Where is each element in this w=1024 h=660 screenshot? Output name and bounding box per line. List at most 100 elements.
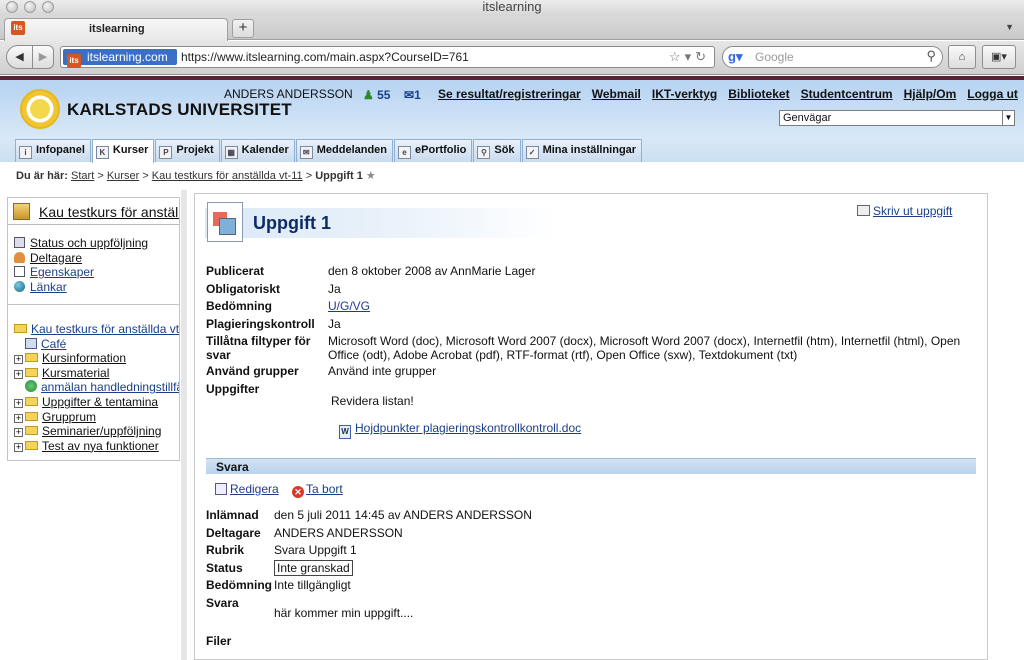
expand-icon[interactable]: + — [14, 355, 23, 365]
tree-item-kursinformation[interactable]: + Kursinformation — [14, 351, 179, 366]
logout-link[interactable]: Logga ut — [967, 87, 1018, 101]
bookmarks-menu-button[interactable]: ▣▾ — [982, 45, 1016, 69]
attachment-link[interactable]: W Hojdpunkter plagieringskontrollkontroll… — [339, 421, 581, 439]
sidebar-item-links[interactable]: Länkar — [14, 280, 148, 295]
breadcrumb-course[interactable]: Kau testkurs för anställda vt-11 — [152, 170, 303, 182]
navigation-toolbar: ◀ ▶ its itslearning.com https://www.itsle… — [0, 41, 1024, 75]
breadcrumb-prefix: Du är här: — [16, 170, 68, 182]
browser-tab-title: itslearning — [89, 23, 145, 35]
tab-projekt[interactable]: P Projekt — [155, 139, 220, 162]
tree-item-uppgifter[interactable]: + Uppgifter & tentamina — [14, 395, 179, 410]
history-dropdown-icon[interactable]: ▾ — [685, 49, 696, 64]
folder-icon — [25, 426, 38, 436]
close-window-button[interactable] — [6, 1, 18, 13]
university-logo-icon[interactable] — [20, 89, 60, 129]
word-document-icon: W — [339, 425, 351, 439]
grading-scale-link[interactable]: U/G/VG — [328, 299, 370, 313]
site-identity-label: itslearning.com — [87, 50, 168, 64]
tab-meddelanden[interactable]: ✉ Meddelanden — [295, 139, 394, 162]
status-badge: Inte granskad — [274, 559, 353, 576]
minimize-window-button[interactable] — [24, 1, 36, 13]
help-link[interactable]: Hjälp/Om — [904, 87, 957, 101]
course-title-link[interactable]: Kau testkurs för anställda vt-11 — [39, 204, 179, 220]
expand-icon[interactable]: + — [14, 428, 23, 438]
answer-properties: Inlämnad den 5 juli 2011 14:45 av ANDERS … — [206, 508, 982, 614]
bookmarks-icon: ▣▾ — [991, 51, 1007, 63]
online-users-link[interactable]: ♟ 55 — [363, 88, 390, 102]
breadcrumb-courses[interactable]: Kurser — [107, 170, 139, 182]
tab-sok[interactable]: ⚲ Sök — [473, 139, 521, 162]
sidebar-item-properties[interactable]: Egenskaper — [14, 265, 148, 280]
forward-button[interactable]: ▶ — [32, 45, 54, 69]
google-engine-icon[interactable]: g▾ — [728, 49, 742, 65]
ikt-tools-link[interactable]: IKT-verktyg — [652, 87, 717, 101]
tree-item-grupprum[interactable]: + Grupprum — [14, 410, 179, 425]
files-label: Filer — [206, 634, 232, 648]
address-bar[interactable]: its itslearning.com https://www.itslearni… — [60, 46, 715, 68]
site-identity-button[interactable]: its itslearning.com — [63, 49, 177, 68]
sidebar-item-status[interactable]: Status och uppföljning — [14, 236, 148, 251]
tab-infopanel[interactable]: i Infopanel — [15, 139, 91, 162]
student-centre-link[interactable]: Studentcentrum — [801, 87, 893, 101]
back-button[interactable]: ◀ — [6, 45, 33, 69]
search-box[interactable]: g▾ Google ⚲ — [722, 46, 943, 68]
reload-icon[interactable]: ↻ — [695, 49, 710, 64]
home-button[interactable]: ⌂ — [948, 45, 976, 69]
expand-icon[interactable]: + — [14, 369, 23, 379]
expand-icon[interactable]: + — [14, 413, 23, 423]
results-link[interactable]: Se resultat/registreringar — [438, 87, 581, 101]
back-arrow-icon: ◀ — [15, 51, 24, 63]
tree-item-cafe[interactable]: Café — [14, 337, 179, 352]
settings-icon: ✓ — [525, 146, 539, 159]
assignment-icon — [207, 202, 243, 242]
window-title: itslearning — [482, 0, 542, 14]
panel-resize-handle[interactable] — [181, 190, 187, 660]
print-assignment-link[interactable]: Skriv ut uppgift — [857, 204, 952, 218]
course-tools-list: Status och uppföljning Deltagare Egenska… — [14, 236, 148, 294]
discussion-icon — [25, 337, 37, 349]
webmail-link[interactable]: Webmail — [592, 87, 641, 101]
prop-tasks: Uppgifter — [206, 381, 260, 396]
favicon-icon: its — [11, 21, 25, 35]
person-icon: ♟ — [363, 88, 374, 102]
top-links: Se resultat/registreringar Webmail IKT-ver… — [438, 87, 1024, 101]
tab-eportfolio[interactable]: e ePortfolio — [394, 139, 473, 162]
search-input[interactable]: Google — [755, 50, 794, 64]
sidebar-item-participants[interactable]: Deltagare — [14, 251, 148, 266]
course-icon — [13, 203, 30, 220]
new-tab-button[interactable]: + — [232, 19, 254, 38]
library-link[interactable]: Biblioteket — [728, 87, 789, 101]
assignment-properties: Publicerat den 8 oktober 2008 av AnnMarie… — [206, 264, 982, 400]
tab-settings[interactable]: ✓ Mina inställningar — [521, 139, 643, 162]
online-count: 55 — [377, 88, 391, 102]
course-folder-tree: Kau testkurs för anställda vt-11 Café + K… — [14, 322, 179, 454]
answer-actions: Redigera ✕ Ta bort — [215, 482, 343, 498]
tree-item-anmalan[interactable]: anmälan handledningstillfälle — [14, 380, 179, 395]
folder-icon — [25, 367, 38, 377]
tab-kalender[interactable]: ▦ Kalender — [220, 139, 295, 162]
favourite-star-icon[interactable]: ★ — [366, 170, 376, 182]
search-icon[interactable]: ⚲ — [926, 48, 936, 64]
prop-plagiarism: Plagieringskontroll Ja — [206, 316, 341, 331]
tree-item-seminarier[interactable]: + Seminarier/uppföljning — [14, 424, 179, 439]
edit-icon — [215, 483, 227, 495]
edit-answer-link[interactable]: Redigera — [215, 482, 279, 496]
zoom-window-button[interactable] — [42, 1, 54, 13]
breadcrumb-start[interactable]: Start — [71, 170, 94, 182]
url-text[interactable]: https://www.itslearning.com/main.aspx?Co… — [181, 50, 469, 64]
messages-link[interactable]: ✉1 — [404, 88, 421, 102]
expand-icon[interactable]: + — [14, 398, 23, 408]
university-name[interactable]: KARLSTADS UNIVERSITET — [67, 100, 292, 120]
delete-icon: ✕ — [292, 486, 305, 498]
tree-item-test[interactable]: + Test av nya funktioner — [14, 439, 179, 454]
expand-icon[interactable]: + — [14, 442, 23, 452]
delete-answer-link[interactable]: ✕ Ta bort — [282, 482, 343, 498]
shortcuts-select[interactable]: Genvägar ▼ — [779, 110, 1015, 126]
tree-root[interactable]: Kau testkurs för anställda vt-11 — [14, 322, 179, 337]
tab-kurser[interactable]: K Kurser — [91, 139, 155, 163]
browser-tab[interactable]: its itslearning — [4, 18, 228, 41]
tree-item-kursmaterial[interactable]: + Kursmaterial — [14, 366, 179, 381]
bookmark-star-icon[interactable]: ☆ — [669, 49, 685, 64]
page-title: Uppgift 1 — [253, 213, 331, 233]
tab-list-icon[interactable]: ▼ — [1005, 22, 1014, 32]
